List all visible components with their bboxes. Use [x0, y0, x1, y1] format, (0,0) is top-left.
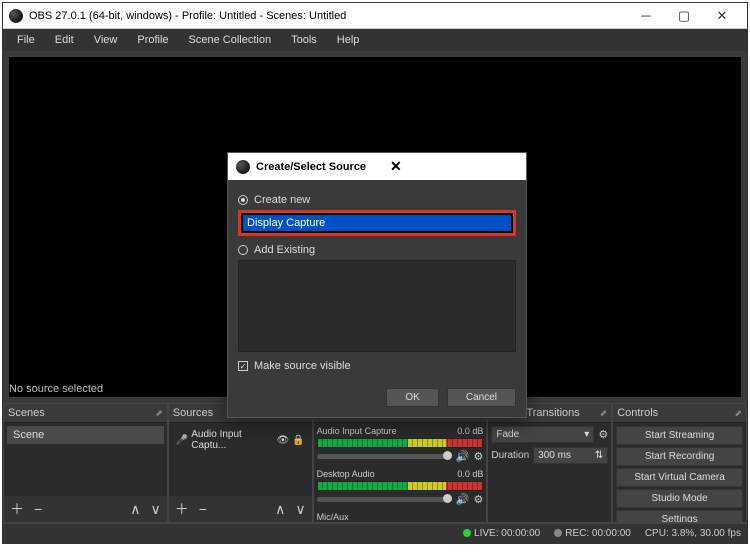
scenes-title: Scenes	[8, 407, 45, 419]
radio-icon	[238, 245, 248, 255]
add-source-button[interactable]: ＋	[173, 499, 191, 519]
popout-icon[interactable]: ⬈	[734, 408, 742, 419]
controls-dock: Controls ⬈ Start Streaming Start Recordin…	[612, 403, 747, 523]
volume-slider[interactable]	[317, 497, 452, 502]
eye-icon[interactable]: 👁	[276, 435, 289, 446]
docks: Scenes⬈ Scene ＋ − ∧ ∨ Sources⬈ 🎤 Audio I…	[3, 403, 747, 523]
menubar: File Edit View Profile Scene Collection …	[3, 29, 747, 51]
gear-icon[interactable]: ⚙	[598, 428, 608, 441]
statusbar: LIVE: 00:00:00 REC: 00:00:00 CPU: 3.8%, …	[3, 523, 747, 543]
stepper-icon: ⇅	[595, 450, 603, 461]
source-name-input[interactable]	[243, 215, 511, 231]
existing-list[interactable]	[238, 260, 516, 352]
studio-mode-button[interactable]: Studio Mode	[616, 489, 743, 508]
make-visible-checkbox[interactable]: ✓ Make source visible	[238, 360, 516, 372]
menu-file[interactable]: File	[7, 31, 45, 49]
scenes-dock: Scenes ⬈ Scene ＋ − ∧ ∨	[3, 403, 168, 523]
sources-dock: Sources⬈ 🎤 Audio Input Captu... 👁 🔒 ＋ − …	[168, 403, 313, 523]
gear-icon[interactable]: ⚙	[473, 493, 483, 506]
add-existing-radio[interactable]: Add Existing	[238, 244, 516, 256]
chevron-down-icon: ▾	[584, 429, 589, 440]
speaker-icon[interactable]: 🔊	[456, 493, 470, 506]
sources-title: Sources	[173, 407, 213, 419]
source-down-button[interactable]: ∨	[293, 501, 307, 518]
settings-button[interactable]: Settings	[616, 510, 743, 522]
mixer-item: Desktop Audio0.0 dB 🔊⚙	[317, 469, 484, 506]
menu-view[interactable]: View	[84, 31, 128, 49]
ok-button[interactable]: OK	[386, 388, 438, 407]
cpu-status: CPU: 3.8%, 30.00 fps	[645, 528, 741, 539]
mixer-dock: Audio Mixer⬈ Audio Input Capture0.0 dB 🔊…	[313, 403, 488, 523]
rec-status: REC: 00:00:00	[554, 528, 631, 539]
duration-label: Duration	[491, 450, 529, 461]
audio-meter	[317, 481, 484, 491]
app-icon	[9, 9, 23, 23]
remove-source-button[interactable]: −	[197, 501, 209, 517]
scene-up-button[interactable]: ∧	[128, 501, 142, 518]
cancel-button[interactable]: Cancel	[447, 388, 516, 407]
source-item[interactable]: 🎤 Audio Input Captu... 👁 🔒	[172, 426, 309, 454]
close-icon[interactable]: ✕	[390, 158, 518, 175]
speaker-icon[interactable]: 🔊	[456, 450, 470, 463]
app-icon	[236, 160, 250, 174]
gear-icon[interactable]: ⚙	[473, 450, 483, 463]
source-name-highlight	[238, 210, 516, 236]
close-button[interactable]: ✕	[703, 4, 741, 28]
no-source-label: No source selected	[9, 383, 103, 395]
duration-input[interactable]: 300 ms⇅	[533, 447, 608, 464]
menu-profile[interactable]: Profile	[127, 31, 178, 49]
mixer-item: Mic/Aux	[317, 512, 484, 522]
lock-icon[interactable]: 🔒	[292, 435, 304, 446]
scene-down-button[interactable]: ∨	[149, 501, 163, 518]
menu-edit[interactable]: Edit	[45, 31, 84, 49]
start-streaming-button[interactable]: Start Streaming	[616, 426, 743, 445]
remove-scene-button[interactable]: −	[32, 501, 44, 517]
mic-icon: 🎤	[176, 435, 188, 446]
maximize-button[interactable]: ▢	[665, 4, 703, 28]
audio-meter	[317, 438, 484, 448]
menu-help[interactable]: Help	[327, 31, 370, 49]
checkbox-icon: ✓	[238, 361, 248, 371]
menu-tools[interactable]: Tools	[281, 31, 327, 49]
popout-icon[interactable]: ⬈	[155, 408, 163, 419]
create-new-radio[interactable]: Create new	[238, 194, 516, 206]
start-virtual-camera-button[interactable]: Start Virtual Camera	[616, 468, 743, 487]
scene-item[interactable]: Scene	[7, 426, 164, 444]
transitions-dock: Scene Transitions⬈ Fade▾⚙ Duration300 ms…	[487, 403, 612, 523]
window-title: OBS 27.0.1 (64-bit, windows) - Profile: …	[29, 10, 627, 22]
radio-icon	[238, 195, 248, 205]
menu-scene-collection[interactable]: Scene Collection	[179, 31, 282, 49]
transition-select[interactable]: Fade▾	[491, 426, 594, 443]
mixer-item: Audio Input Capture0.0 dB 🔊⚙	[317, 426, 484, 463]
titlebar: OBS 27.0.1 (64-bit, windows) - Profile: …	[3, 3, 747, 29]
dialog-title: Create/Select Source	[256, 161, 384, 173]
live-status: LIVE: 00:00:00	[463, 528, 540, 539]
start-recording-button[interactable]: Start Recording	[616, 447, 743, 466]
volume-slider[interactable]	[317, 454, 452, 459]
minimize-button[interactable]: ─	[627, 4, 665, 28]
create-source-dialog: Create/Select Source ✕ Create new Add Ex…	[227, 152, 527, 418]
controls-title: Controls	[617, 407, 658, 419]
popout-icon[interactable]: ⬈	[600, 408, 608, 419]
add-scene-button[interactable]: ＋	[8, 499, 26, 519]
source-up-button[interactable]: ∧	[273, 501, 287, 518]
